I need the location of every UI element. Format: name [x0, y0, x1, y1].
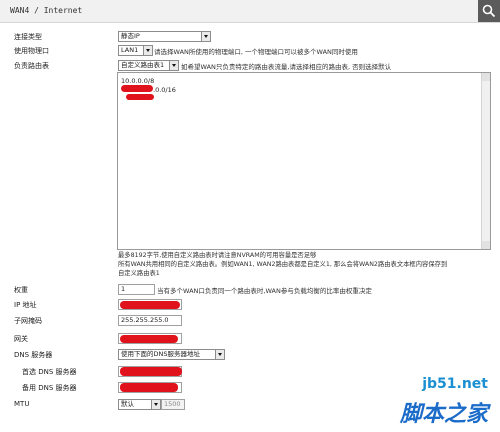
scroll-down-button[interactable]	[482, 241, 490, 249]
mtu-input: 1500	[161, 399, 185, 410]
mtu-mode-value: 默认	[121, 400, 134, 408]
phys-port-select[interactable]: LAN1	[118, 45, 153, 56]
chevron-down-icon	[169, 61, 178, 70]
search-button[interactable]	[478, 0, 500, 22]
watermark-name: 脚本之家	[399, 402, 488, 427]
redaction-mark	[126, 94, 154, 100]
mtu-select[interactable]: 默认	[118, 399, 161, 410]
conn-type-select[interactable]: 静态IP	[118, 31, 211, 42]
route-table-select[interactable]: 自定义路由表1	[118, 60, 179, 71]
mtu-value: 1500	[164, 400, 181, 408]
textarea-scrollbar[interactable]	[481, 73, 490, 249]
redaction-mark	[120, 383, 178, 392]
dns-label: DNS 服务器	[14, 351, 53, 359]
route-table-label: 负责路由表	[14, 62, 49, 70]
dns-mode-select[interactable]: 使用下面的DNS服务器地址	[118, 349, 225, 360]
route-note-3: 自定义路由表1	[118, 270, 160, 277]
dns2-label: 备用 DNS 服务器	[22, 384, 77, 392]
weight-hint: 当有多个WAN口负责同一个路由表时,WAN参与负载均衡的比率由权重决定	[157, 287, 372, 295]
route-table-hint: 如希望WAN只负责特定的路由表流量,请选择相应的路由表, 否则选择默认	[181, 63, 392, 71]
redaction-mark	[121, 85, 153, 92]
dns-mode-value: 使用下面的DNS服务器地址	[121, 350, 200, 358]
route-table-value: 自定义路由表1	[121, 61, 165, 69]
weight-value: 1	[121, 285, 126, 293]
route-note-1: 最多8192字节,使用自定义路由表时请注意NVRAM的可用容量是否足够	[118, 252, 317, 259]
conn-type-label: 连接类型	[14, 33, 42, 41]
chevron-down-icon	[143, 46, 152, 55]
redaction-mark	[120, 335, 178, 343]
ip-label: IP 地址	[14, 301, 37, 309]
chevron-down-icon	[215, 350, 224, 359]
mask-label: 子网掩码	[14, 317, 42, 325]
dns1-label: 首选 DNS 服务器	[22, 368, 77, 376]
chevron-down-icon	[151, 400, 160, 409]
routes-textarea[interactable]: 10.0.0.0/8 .0.0/16	[117, 72, 491, 250]
scroll-up-button[interactable]	[482, 73, 490, 81]
phys-port-hint: 请选择WAN所使用的物理端口, 一个物理端口可以被多个WAN同时使用	[154, 48, 358, 56]
breadcrumb: WAN4 / Internet	[10, 6, 83, 15]
mask-input[interactable]: 255.255.255.0	[118, 315, 182, 326]
phys-port-label: 使用物理口	[14, 47, 49, 55]
watermark-site: jb51.net	[422, 376, 488, 392]
weight-input[interactable]: 1	[118, 284, 155, 295]
mtu-label: MTU	[14, 400, 30, 408]
chevron-down-icon	[201, 32, 210, 41]
redaction-mark	[120, 301, 180, 309]
route-line-1: 10.0.0.0/8	[121, 77, 155, 85]
route-line-2: .0.0/16	[153, 86, 176, 94]
mask-value: 255.255.255.0	[121, 316, 169, 324]
gateway-label: 网关	[14, 335, 28, 343]
watermark: jb51.net 脚本之家	[372, 376, 494, 428]
route-note-2: 所有WAN共用相同的自定义路由表。例如WAN1, WAN2路由表都是自定义1, …	[118, 261, 448, 268]
redaction-mark	[120, 367, 182, 376]
search-icon	[482, 4, 496, 18]
phys-port-value: LAN1	[121, 46, 139, 54]
conn-type-value: 静态IP	[121, 32, 140, 40]
weight-label: 权重	[14, 286, 28, 294]
header-bar: WAN4 / Internet	[0, 0, 500, 23]
